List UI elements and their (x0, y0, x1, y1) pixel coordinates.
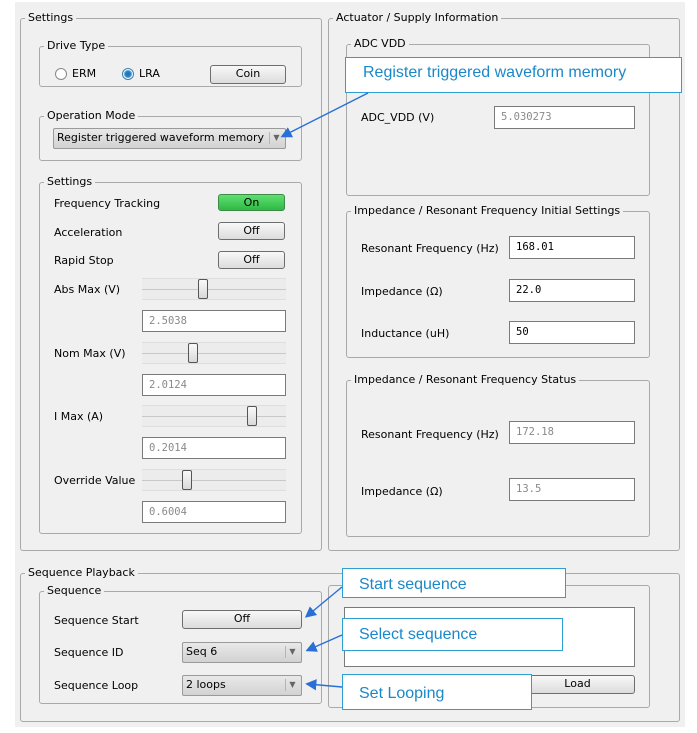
nom-max-value: 2.0124 (142, 374, 286, 396)
frequency-tracking-label: Frequency Tracking (54, 197, 161, 210)
rapid-stop-toggle[interactable]: Off (218, 251, 285, 269)
sequence-title: Sequence (47, 584, 102, 597)
rapid-stop-label: Rapid Stop (54, 254, 114, 267)
lra-label: LRA (139, 67, 160, 80)
sequence-loop-select[interactable]: 2 loops ▼ (182, 675, 302, 696)
status-impedance-label: Impedance (Ω) (361, 485, 443, 498)
nom-max-slider[interactable] (142, 342, 286, 364)
inductance-label: Inductance (uH) (361, 327, 450, 340)
load-button[interactable]: Load (520, 675, 635, 694)
chevron-down-icon: ▼ (285, 646, 299, 658)
inductance-input[interactable]: 50 (509, 321, 635, 344)
override-slider-thumb[interactable] (182, 470, 192, 490)
adc-vdd-value: 5.030273 (494, 106, 635, 129)
sequence-loop-label: Sequence Loop (54, 679, 139, 692)
callout-set-looping: Set Looping (342, 674, 532, 710)
slider-groove (142, 480, 286, 481)
abs-max-value: 2.5038 (142, 310, 286, 332)
chevron-down-icon: ▼ (285, 679, 299, 691)
status-group: Impedance / Resonant Frequency Status (346, 374, 650, 537)
status-resonant-frequency-label: Resonant Frequency (Hz) (361, 428, 499, 441)
frequency-tracking-toggle[interactable]: On (218, 194, 285, 211)
resonant-frequency-label: Resonant Frequency (Hz) (361, 242, 499, 255)
nom-max-label: Nom Max (V) (54, 347, 126, 360)
lra-radio[interactable] (122, 68, 134, 80)
override-value: 0.6004 (142, 501, 286, 523)
acceleration-toggle[interactable]: Off (218, 222, 285, 240)
override-value-label: Override Value (54, 474, 136, 487)
actuator-group-title: Actuator / Supply Information (336, 11, 499, 24)
nom-max-slider-thumb[interactable] (188, 343, 198, 363)
impedance-label: Impedance (Ω) (361, 285, 443, 298)
sequence-start-button[interactable]: Off (182, 610, 302, 629)
erm-radio[interactable] (55, 68, 67, 80)
adc-vdd-label: ADC_VDD (V) (361, 111, 435, 124)
slider-groove (142, 416, 286, 417)
adc-vdd-title: ADC VDD (354, 37, 406, 50)
abs-max-label: Abs Max (V) (54, 283, 121, 296)
callout-register-triggered: Register triggered waveform memory (345, 57, 682, 93)
i-max-value: 0.2014 (142, 437, 286, 459)
slider-groove (142, 353, 286, 354)
initial-settings-title: Impedance / Resonant Frequency Initial S… (354, 204, 621, 217)
slider-groove (142, 289, 286, 290)
sequence-playback-title: Sequence Playback (28, 566, 135, 579)
operation-mode-title: Operation Mode (47, 109, 136, 122)
abs-max-slider-thumb[interactable] (198, 279, 208, 299)
acceleration-label: Acceleration (54, 226, 123, 239)
sequence-id-label: Sequence ID (54, 646, 124, 659)
chevron-down-icon: ▼ (269, 132, 283, 144)
app-window: Settings Drive Type ERM LRA Coin Operati… (15, 2, 685, 727)
i-max-slider-thumb[interactable] (247, 406, 257, 426)
drive-type-title: Drive Type (47, 39, 106, 52)
status-resonant-frequency-value: 172.18 (509, 421, 635, 444)
resonant-frequency-input[interactable]: 168.01 (509, 236, 635, 259)
override-slider[interactable] (142, 469, 286, 491)
coin-button[interactable]: Coin (210, 65, 286, 84)
callout-start-sequence: Start sequence (342, 568, 566, 598)
impedance-input[interactable]: 22.0 (509, 279, 635, 302)
i-max-label: I Max (A) (54, 410, 104, 423)
sequence-loop-value: 2 loops (186, 678, 226, 691)
operation-mode-value: Register triggered waveform memory (57, 131, 265, 144)
sequence-id-select[interactable]: Seq 6 ▼ (182, 642, 302, 663)
sequence-id-value: Seq 6 (186, 645, 218, 658)
sequence-start-label: Sequence Start (54, 614, 139, 627)
i-max-slider[interactable] (142, 405, 286, 427)
operation-mode-select[interactable]: Register triggered waveform memory ▼ (53, 128, 286, 149)
status-impedance-value: 13.5 (509, 478, 635, 501)
erm-label: ERM (72, 67, 97, 80)
status-title: Impedance / Resonant Frequency Status (354, 373, 577, 386)
abs-max-slider[interactable] (142, 278, 286, 300)
callout-select-sequence: Select sequence (342, 618, 563, 651)
inner-settings-title: Settings (47, 175, 93, 188)
settings-group-title: Settings (28, 11, 74, 24)
